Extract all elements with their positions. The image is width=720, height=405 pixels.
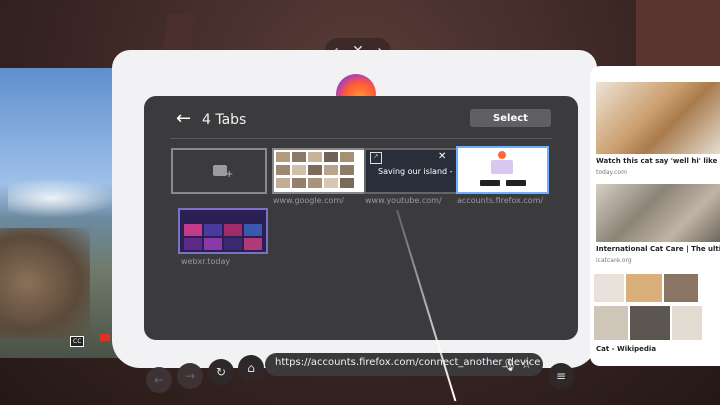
result-image[interactable] [596, 184, 720, 242]
tabs-back-button[interactable]: ← [176, 108, 191, 129]
result-image[interactable] [630, 306, 670, 340]
thumbnail-store-badge [506, 180, 526, 186]
home-button[interactable]: ⌂ [238, 355, 264, 381]
thumbnail-image [308, 152, 322, 162]
thumbnail-graphic [491, 160, 513, 174]
thumbnail-image [324, 165, 338, 175]
thumbnail-image [276, 178, 290, 188]
result-image[interactable] [594, 274, 624, 302]
tab-url-webxr: webxr.today [181, 257, 231, 266]
close-tab-icon[interactable]: ✕ [438, 151, 446, 162]
thumbnail-tile [244, 224, 262, 236]
star-icon[interactable]: ☆ [521, 357, 532, 371]
thumbnail-tile [244, 238, 262, 250]
result-caption[interactable]: International Cat Care | The ultimat [596, 245, 720, 253]
tab-send-icon[interactable]: ↗ [370, 152, 382, 164]
thumbnail-image [276, 152, 290, 162]
thumbnail-tile [224, 224, 242, 236]
thumbnail-tile [184, 224, 202, 236]
menu-button[interactable]: ≡ [548, 363, 574, 389]
microphone-icon[interactable]: 🎙︎ [502, 358, 517, 372]
result-image[interactable] [594, 306, 628, 340]
settings-badge-icon[interactable] [100, 334, 110, 341]
result-source: today.com [596, 169, 627, 176]
thumbnail-tile [184, 238, 202, 250]
closed-captions-icon[interactable]: CC [70, 336, 85, 347]
hamburger-menu-icon: ≡ [555, 369, 567, 383]
thumbnail-tile [204, 238, 222, 250]
select-button[interactable]: Select [470, 109, 551, 127]
result-image[interactable] [664, 274, 698, 302]
result-caption[interactable]: Watch this cat say 'well hi' like a [596, 157, 720, 165]
thumbnail-tile [204, 224, 222, 236]
result-image[interactable] [596, 82, 720, 154]
rock-formation [0, 228, 90, 338]
thumbnail-image [292, 152, 306, 162]
right-window-image-results[interactable]: Watch this cat say 'well hi' like a toda… [590, 66, 720, 366]
home-icon: ⌂ [247, 361, 255, 375]
tab-thumbnail-youtube[interactable]: ↗ ✕ Saving our island - [364, 148, 460, 194]
thumbnail-logo-icon [498, 151, 506, 159]
tab-url-youtube: www.youtube.com/ [365, 196, 442, 205]
plus-icon: + [225, 169, 234, 180]
reload-icon: ↻ [215, 365, 227, 379]
thumbnail-image [292, 165, 306, 175]
tab-url-firefox-accounts: accounts.firefox.com/ [457, 196, 544, 205]
thumbnail-image [340, 152, 354, 162]
tab-thumbnail-google[interactable] [272, 148, 368, 194]
thumbnail-image [340, 178, 354, 188]
arrow-left-icon: ← [153, 373, 165, 387]
result-caption[interactable]: Cat - Wikipedia [596, 345, 656, 353]
thumbnail-image [324, 178, 338, 188]
thumbnail-image [308, 178, 322, 188]
result-source: icatcare.org [596, 257, 632, 264]
arrow-left-icon: ← [176, 108, 192, 129]
result-image[interactable] [626, 274, 662, 302]
thumbnail-image [340, 165, 354, 175]
tab-url-google: www.google.com/ [273, 196, 344, 205]
tabs-divider [170, 138, 552, 139]
forward-button[interactable]: → [177, 363, 203, 389]
tabs-title: 4 Tabs [202, 112, 247, 128]
thumbnail-image [276, 165, 290, 175]
thumbnail-tile [224, 238, 242, 250]
back-button[interactable]: ← [146, 367, 172, 393]
thumbnail-image [324, 152, 338, 162]
reload-button[interactable]: ↻ [208, 359, 234, 385]
thumbnail-video-title: Saving our island - [378, 167, 453, 176]
clouds [8, 178, 118, 218]
arrow-right-icon: → [184, 369, 196, 383]
result-image[interactable] [672, 306, 702, 340]
new-tab-button[interactable]: + [171, 148, 267, 194]
thumbnail-image [308, 165, 322, 175]
tab-thumbnail-firefox-accounts[interactable] [456, 146, 549, 194]
thumbnail-image [292, 178, 306, 188]
tab-thumbnail-webxr[interactable] [178, 208, 268, 254]
thumbnail-store-badge [480, 180, 500, 186]
